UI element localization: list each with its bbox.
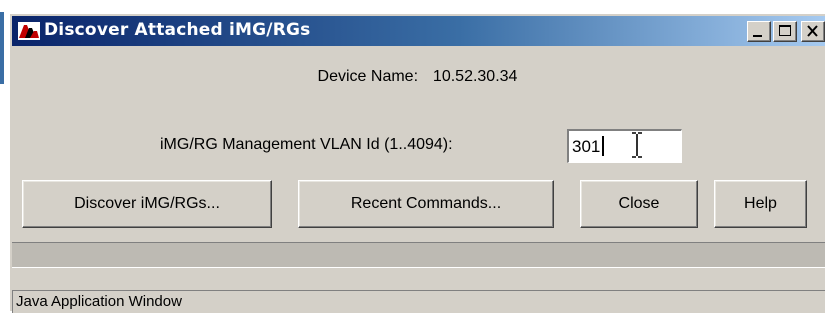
close-window-button[interactable] — [801, 21, 825, 42]
background-window-edge — [0, 12, 4, 84]
device-name-row: Device Name: 10.52.30.34 — [10, 68, 825, 86]
recent-commands-button[interactable]: Recent Commands... — [298, 180, 554, 228]
minimize-icon — [753, 35, 762, 37]
text-caret — [602, 136, 604, 156]
vlan-id-input[interactable] — [567, 129, 682, 163]
help-button[interactable]: Help — [714, 180, 807, 228]
close-icon — [807, 25, 818, 37]
discover-button[interactable]: Discover iMG/RGs... — [22, 180, 272, 228]
device-name-label: Device Name: — [317, 68, 419, 85]
desktop-edge — [0, 0, 8, 311]
device-name-value: 10.52.30.34 — [432, 68, 518, 85]
title-bar[interactable]: Discover Attached iMG/RGs — [12, 16, 825, 46]
maximize-icon — [779, 25, 791, 36]
window-title: Discover Attached iMG/RGs — [44, 20, 311, 40]
status-bar-text: Java Application Window — [12, 290, 825, 313]
maximize-button[interactable] — [773, 21, 797, 42]
close-button[interactable]: Close — [580, 180, 698, 228]
minimize-button[interactable] — [747, 21, 771, 42]
ibeam-cursor-icon — [632, 132, 642, 158]
vlan-id-label: iMG/RG Management VLAN Id (1..4094): — [160, 136, 453, 153]
progress-strip — [12, 242, 825, 268]
java-app-icon[interactable] — [18, 22, 40, 40]
dialog-window: Discover Attached iMG/RGs Device Name: 1… — [8, 12, 825, 313]
